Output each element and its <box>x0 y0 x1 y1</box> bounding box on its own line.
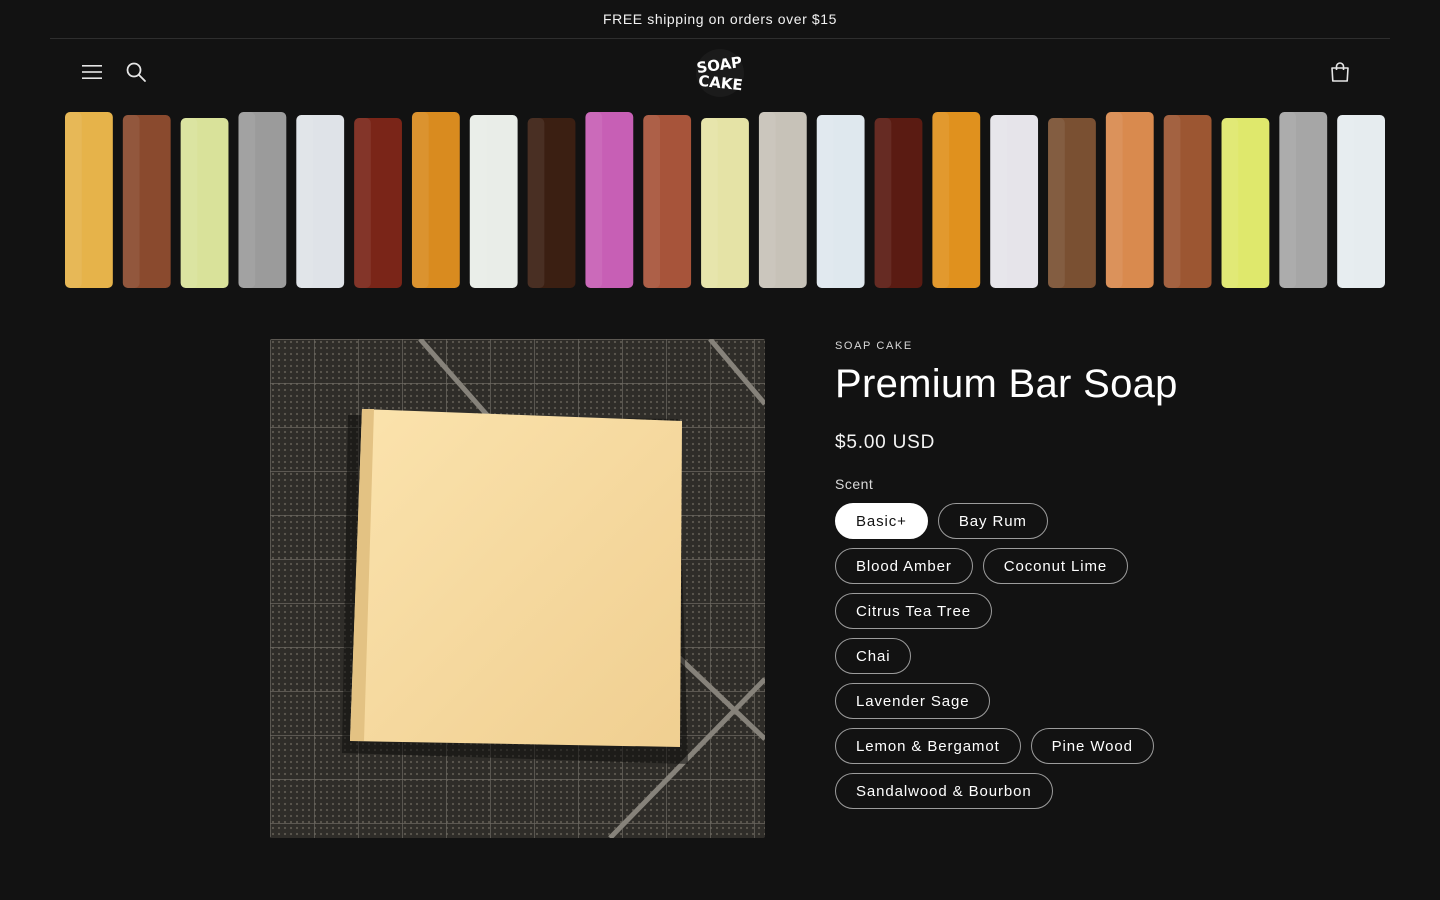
soap-bars-image <box>65 112 1385 288</box>
hamburger-menu-icon <box>82 65 102 79</box>
product-image[interactable] <box>270 339 765 838</box>
soap-bar <box>758 112 807 288</box>
scent-option-coconut-lime[interactable]: Coconut Lime <box>982 548 1129 584</box>
soap-bar <box>527 118 576 288</box>
soap-bar <box>122 115 171 288</box>
soap-bar <box>65 112 113 288</box>
scent-options: Basic+ Bay Rum Blood Amber Coconut Lime … <box>835 503 1175 809</box>
soap-cake-logo[interactable]: SOAP CAKE <box>690 43 750 103</box>
soap-bar <box>585 112 634 288</box>
soap-bar <box>1221 118 1270 288</box>
scent-option-pine-wood[interactable]: Pine Wood <box>1030 728 1154 764</box>
product-price: $5.00 USD <box>835 432 936 453</box>
soap-bar <box>296 115 345 288</box>
soap-bar <box>643 115 692 288</box>
soap-bar <box>1337 115 1385 288</box>
scent-option-sandalwood-bourbon[interactable]: Sandalwood & Bourbon <box>835 773 1053 809</box>
menu-button[interactable] <box>72 52 112 92</box>
soap-bar <box>990 115 1039 288</box>
product-info: SOAP CAKE Premium Bar Soap $5.00 USD Sce… <box>835 339 1195 809</box>
shopping-bag-icon <box>1331 62 1349 82</box>
soap-bar <box>1163 115 1212 288</box>
search-button[interactable] <box>116 52 156 92</box>
scent-option-label: Scent <box>835 476 874 492</box>
announcement-bar: FREE shipping on orders over $15 <box>0 0 1440 38</box>
scent-option-citrus-tea-tree[interactable]: Citrus Tea Tree <box>835 593 992 629</box>
soap-bar <box>1105 112 1154 288</box>
soap-bar <box>874 118 923 288</box>
scent-option-lavender-sage[interactable]: Lavender Sage <box>835 683 991 719</box>
soap-bar <box>701 118 749 288</box>
soap-bar <box>1048 118 1096 288</box>
soap-bar <box>238 112 287 288</box>
soap-bar <box>411 112 460 288</box>
scent-option-lemon-bergamot[interactable]: Lemon & Bergamot <box>835 728 1021 764</box>
site-header: SOAP CAKE <box>0 39 1440 105</box>
announcement-text: FREE shipping on orders over $15 <box>603 11 837 27</box>
soap-bars-banner <box>60 108 1390 300</box>
soap-bar <box>180 118 229 288</box>
cart-button[interactable] <box>1320 52 1360 92</box>
product-title: Premium Bar Soap <box>835 362 1178 406</box>
soap-bar <box>932 112 981 288</box>
scent-option-basic-plus[interactable]: Basic+ <box>835 503 928 539</box>
soap-bar <box>354 118 402 288</box>
product-vendor: SOAP CAKE <box>835 340 913 352</box>
scent-option-blood-amber[interactable]: Blood Amber <box>835 548 973 584</box>
search-icon <box>126 62 146 82</box>
logo-mark: SOAP CAKE <box>695 49 744 97</box>
soap-bar <box>1279 112 1328 288</box>
scent-option-chai[interactable]: Chai <box>835 638 912 674</box>
soap-photo <box>270 339 765 838</box>
soap-bar <box>469 115 518 288</box>
soap-bar <box>816 115 865 288</box>
scent-option-bay-rum[interactable]: Bay Rum <box>937 503 1048 539</box>
